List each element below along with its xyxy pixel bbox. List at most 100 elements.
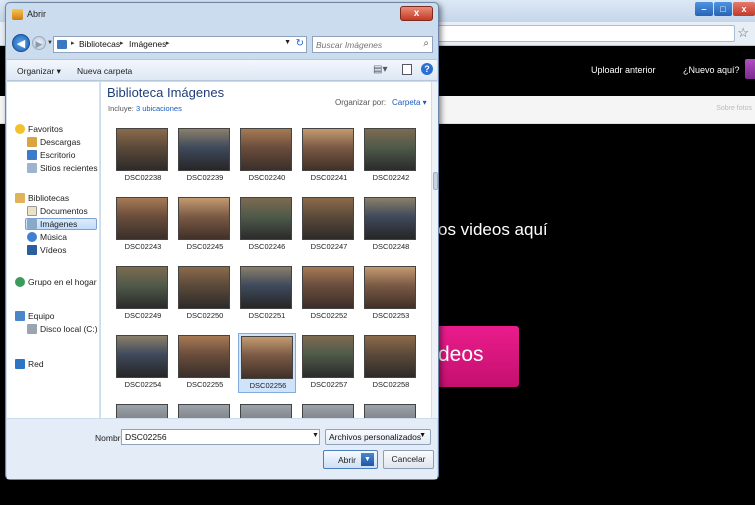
- photo-thumbnail: [116, 266, 168, 309]
- back-arrow-icon[interactable]: ◀: [12, 34, 30, 52]
- organize-button[interactable]: Organizar ▾: [17, 66, 61, 77]
- filename-input[interactable]: [121, 429, 320, 445]
- new-here-link[interactable]: ¿Nuevo aquí?: [683, 65, 740, 75]
- search-input[interactable]: [316, 38, 416, 51]
- nav-downloads[interactable]: Descargas: [27, 137, 81, 147]
- nav-homegroup[interactable]: Grupo en el hogar: [15, 277, 97, 287]
- thumbnail-item[interactable]: DSC02239: [176, 126, 234, 186]
- thumbnail-item[interactable]: DSC02238: [114, 126, 172, 186]
- close-window-button[interactable]: x: [733, 2, 755, 16]
- open-options-dropdown-icon[interactable]: ▼: [361, 453, 374, 466]
- desktop-icon: [27, 150, 37, 160]
- filename-dropdown-icon[interactable]: ▼: [312, 432, 319, 439]
- thumbnail-item[interactable]: DSC02258: [362, 333, 420, 393]
- preview-pane-icon[interactable]: [402, 64, 412, 75]
- nav-videos[interactable]: Vídeos: [27, 245, 66, 255]
- vertical-scrollbar[interactable]: [431, 82, 438, 418]
- thumbnail-item[interactable]: DSC02257: [300, 333, 358, 393]
- thumbnail-item[interactable]: DSC02252: [300, 264, 358, 324]
- thumbnail-item[interactable]: DSC02242: [362, 126, 420, 186]
- library-includes: Incluye: 3 ubicaciones: [108, 104, 182, 113]
- thumbnail-item[interactable]: [176, 402, 234, 418]
- cancel-button[interactable]: Cancelar: [383, 450, 434, 469]
- path-dropdown-icon[interactable]: ▼: [284, 39, 291, 46]
- forward-arrow-icon[interactable]: ▶: [32, 36, 46, 50]
- nav-network[interactable]: Red: [15, 359, 44, 369]
- nav-images[interactable]: Imágenes: [25, 218, 97, 230]
- thumbnail-item[interactable]: DSC02248: [362, 195, 420, 255]
- thumbnail-item[interactable]: [362, 402, 420, 418]
- nav-computer[interactable]: Equipo: [15, 311, 54, 321]
- photo-thumbnail: [116, 128, 168, 171]
- nav-music[interactable]: Música: [27, 232, 67, 242]
- thumbnail-item[interactable]: DSC02250: [176, 264, 234, 324]
- scrollbar-thumb[interactable]: [433, 172, 438, 190]
- address-bar[interactable]: [420, 25, 735, 42]
- thumbnail-item[interactable]: DSC02243: [114, 195, 172, 255]
- thumbnail-label: DSC02243: [124, 242, 162, 251]
- nav-recent-places[interactable]: Sitios recientes: [27, 163, 98, 173]
- thumbnail-item[interactable]: DSC02245: [176, 195, 234, 255]
- open-button-label: Abrir: [338, 455, 356, 465]
- thumbnail-label: DSC02242: [372, 173, 410, 182]
- nav-local-disk[interactable]: Disco local (C:): [27, 324, 98, 334]
- dialog-close-button[interactable]: x: [400, 6, 433, 21]
- images-library-icon: [27, 219, 37, 229]
- nav-label: Escritorio: [40, 150, 76, 160]
- thumbnail-label: DSC02253: [372, 311, 410, 320]
- nav-favorites[interactable]: Favoritos: [15, 124, 63, 134]
- maximize-button[interactable]: □: [714, 2, 732, 16]
- change-view-icon[interactable]: ▤▾: [373, 64, 387, 75]
- thumbnail-item[interactable]: DSC02247: [300, 195, 358, 255]
- thumbnail-item[interactable]: DSC02256: [238, 333, 296, 393]
- dialog-titlebar[interactable]: Abrir x: [6, 3, 438, 29]
- thumbnail-item[interactable]: [300, 402, 358, 418]
- new-folder-button[interactable]: Nueva carpeta: [77, 66, 132, 76]
- thumbnail-label: DSC02241: [310, 173, 348, 182]
- locations-link[interactable]: 3 ubicaciones: [136, 104, 182, 113]
- dialog-footer: Nombre: ▼ Archivos personalizados ▼ Abri…: [7, 419, 437, 479]
- photo-thumbnail: [302, 266, 354, 309]
- arrange-by-dropdown[interactable]: Carpeta ▾: [392, 98, 427, 107]
- navigation-pane: Favoritos Descargas Escritorio Sitios re…: [7, 82, 100, 418]
- minimize-button[interactable]: –: [695, 2, 713, 16]
- chevron-right-icon[interactable]: ▸: [71, 39, 75, 47]
- thumbnail-item[interactable]: DSC02240: [238, 126, 296, 186]
- thumbnail-item[interactable]: DSC02246: [238, 195, 296, 255]
- thumbnail-item[interactable]: [238, 402, 296, 418]
- filetype-select[interactable]: Archivos personalizados ▼: [325, 429, 431, 445]
- help-icon[interactable]: ?: [421, 63, 433, 75]
- bookmark-star-icon[interactable]: ☆: [737, 25, 749, 41]
- open-button[interactable]: Abrir ▼: [323, 450, 378, 469]
- breadcrumb-libraries[interactable]: Bibliotecas: [79, 39, 120, 49]
- photo-thumbnail: [364, 197, 416, 240]
- nav-label: Red: [28, 359, 44, 369]
- thumbnail-item[interactable]: DSC02249: [114, 264, 172, 324]
- thumbnail-item[interactable]: [114, 402, 172, 418]
- chevron-right-icon[interactable]: ▸: [120, 39, 124, 47]
- site-logo[interactable]: [745, 59, 755, 79]
- thumbnail-item[interactable]: DSC02254: [114, 333, 172, 393]
- upload-previous-link[interactable]: Uploadr anterior: [591, 65, 656, 75]
- refresh-icon[interactable]: ↻: [296, 38, 304, 49]
- search-icon[interactable]: ⌕: [423, 38, 429, 49]
- thumbnail-item[interactable]: DSC02253: [362, 264, 420, 324]
- photo-thumbnail: [178, 197, 230, 240]
- thumbnail-item[interactable]: DSC02255: [176, 333, 234, 393]
- photo-thumbnail: [302, 197, 354, 240]
- nav-desktop[interactable]: Escritorio: [27, 150, 75, 160]
- nav-documents[interactable]: Documentos: [27, 206, 88, 216]
- photo-thumbnail: [240, 404, 292, 418]
- about-photos-link[interactable]: Sobre fotos: [716, 105, 752, 112]
- chevron-right-icon[interactable]: ▸: [166, 39, 170, 47]
- thumbnail-item[interactable]: DSC02251: [238, 264, 296, 324]
- app-icon: [12, 9, 23, 20]
- thumbnail-item[interactable]: DSC02241: [300, 126, 358, 186]
- address-breadcrumb[interactable]: ▸ Bibliotecas ▸ Imágenes ▸ ▼ ↻: [53, 36, 307, 53]
- nav-libraries[interactable]: Bibliotecas: [15, 193, 69, 203]
- photo-thumbnail: [302, 335, 354, 378]
- breadcrumb-images[interactable]: Imágenes: [129, 39, 166, 49]
- thumbnail-label: DSC02239: [186, 173, 224, 182]
- chevron-down-icon: ▼: [419, 432, 426, 439]
- thumbnail-label: DSC02248: [372, 242, 410, 251]
